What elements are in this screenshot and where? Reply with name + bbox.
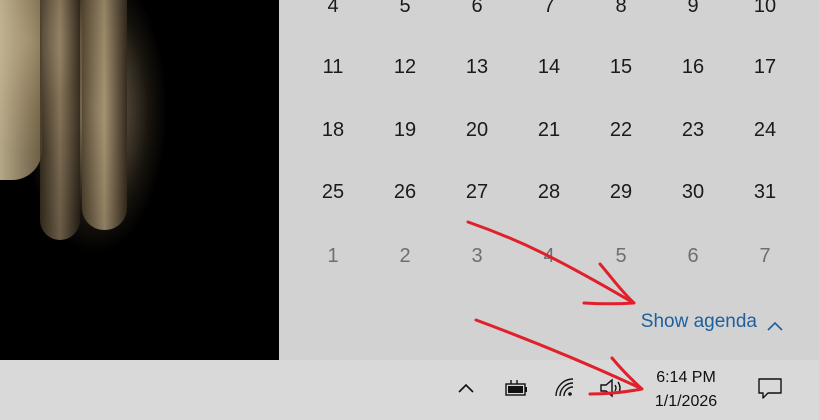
calendar-day[interactable]: 6: [657, 236, 729, 276]
calendar-day[interactable]: 29: [585, 172, 657, 212]
screen: 4 5 6 7 8 9 10 11 12 13 14 15 16 17 18 19 20 21 22 23 24 25 26…: [0, 0, 819, 420]
calendar-day[interactable]: 11: [297, 47, 369, 87]
clock-time: 6:14 PM: [656, 369, 716, 386]
network-button[interactable]: [548, 360, 582, 420]
calendar-day[interactable]: 5: [369, 0, 441, 26]
calendar-week-row: 18 19 20 21 22 23 24: [297, 110, 803, 150]
calendar-week-row: 25 26 27 28 29 30 31: [297, 172, 803, 212]
calendar-week-row: 1234567: [297, 236, 803, 276]
show-hidden-icons-button[interactable]: [450, 360, 482, 420]
calendar-day[interactable]: 8: [585, 0, 657, 26]
show-agenda-button[interactable]: Show agenda: [641, 311, 783, 333]
calendar-day[interactable]: 3: [441, 236, 513, 276]
calendar-flyout: 4 5 6 7 8 9 10 11 12 13 14 15 16 17 18 19 20 21 22 23 24 25 26…: [279, 0, 819, 360]
wifi-icon: [553, 377, 577, 404]
calendar-day[interactable]: 2: [369, 236, 441, 276]
clock-date: 1/1/2026: [654, 393, 718, 410]
action-center-button[interactable]: [748, 360, 792, 420]
battery-button[interactable]: [498, 360, 534, 420]
calendar-day[interactable]: 9: [657, 0, 729, 26]
chevron-up-icon: [767, 316, 783, 331]
taskbar: 6:14 PM 1/1/2026: [0, 360, 819, 420]
calendar-day[interactable]: 10: [729, 0, 801, 26]
calendar-day[interactable]: 24: [729, 110, 801, 150]
wallpaper-detail: [40, 0, 80, 240]
wallpaper-detail: [82, 0, 127, 230]
calendar-day[interactable]: 6: [441, 0, 513, 26]
calendar-day[interactable]: 30: [657, 172, 729, 212]
battery-icon: [503, 379, 529, 402]
calendar-day[interactable]: 22: [585, 110, 657, 150]
volume-button[interactable]: [594, 360, 628, 420]
calendar-day[interactable]: 23: [657, 110, 729, 150]
notification-icon: [757, 376, 783, 405]
calendar-day[interactable]: 12: [369, 47, 441, 87]
calendar-day[interactable]: 19: [369, 110, 441, 150]
calendar-day[interactable]: 7: [729, 236, 801, 276]
calendar-day[interactable]: 18: [297, 110, 369, 150]
calendar-day[interactable]: 17: [729, 47, 801, 87]
chevron-up-icon: [457, 381, 475, 399]
calendar-day[interactable]: 31: [729, 172, 801, 212]
calendar-day[interactable]: 1: [297, 236, 369, 276]
show-agenda-label: Show agenda: [640, 311, 757, 332]
desktop-wallpaper: [0, 0, 279, 360]
calendar-day[interactable]: 4: [297, 0, 369, 26]
calendar-day[interactable]: 28: [513, 172, 585, 212]
calendar-day[interactable]: 26: [369, 172, 441, 212]
calendar-day[interactable]: 15: [585, 47, 657, 87]
calendar-day[interactable]: 14: [513, 47, 585, 87]
calendar-day[interactable]: 25: [297, 172, 369, 212]
taskbar-clock[interactable]: 6:14 PM 1/1/2026: [640, 360, 732, 420]
wallpaper-detail: [0, 0, 42, 180]
calendar-day[interactable]: 20: [441, 110, 513, 150]
calendar-day[interactable]: 7: [513, 0, 585, 26]
calendar-week-row: 4 5 6 7 8 9 10: [297, 0, 803, 26]
calendar-week-row: 11 12 13 14 15 16 17: [297, 47, 803, 87]
calendar-day[interactable]: 5: [585, 236, 657, 276]
volume-icon: [598, 377, 624, 404]
calendar-day[interactable]: 4: [513, 236, 585, 276]
calendar-day[interactable]: 13: [441, 47, 513, 87]
calendar-day[interactable]: 21: [513, 110, 585, 150]
calendar-day[interactable]: 27: [441, 172, 513, 212]
calendar-day[interactable]: 16: [657, 47, 729, 87]
